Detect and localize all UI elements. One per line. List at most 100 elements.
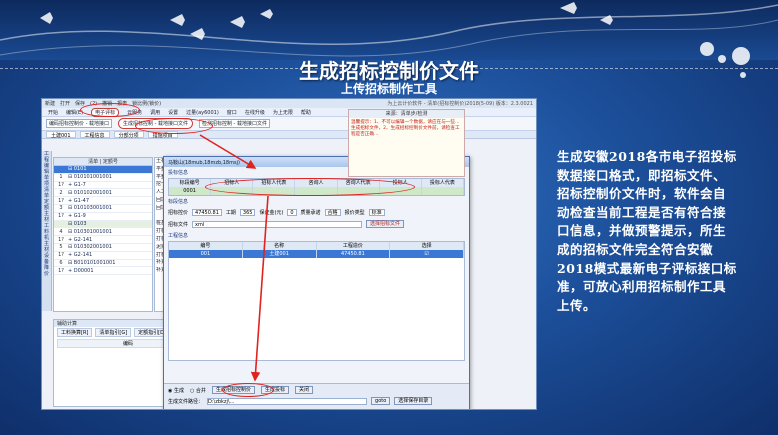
tree-row-number: 3 xyxy=(59,205,63,212)
tree-row[interactable]: 4 ⊟ 010301001001 xyxy=(54,228,152,237)
tree-row-code: + G1-9 xyxy=(68,213,86,220)
field-label: 保证金(元) xyxy=(259,210,284,216)
project-code: 001 xyxy=(169,250,243,258)
tree-row-number: 1? xyxy=(58,236,64,243)
tree-row-code: ⊟ 0101 xyxy=(68,166,87,173)
tree-row-code: ⊟ 010102001001 xyxy=(68,189,112,196)
close-button[interactable]: 关闭 xyxy=(294,386,313,394)
rail-item[interactable]: 工料机 xyxy=(42,223,51,241)
menu-upgrade[interactable]: 在线升级 xyxy=(245,109,265,116)
tree-row[interactable]: ⊟ 0101 xyxy=(54,166,152,174)
grid-header: 投标人代表 xyxy=(422,179,464,187)
tab-material-conversion[interactable]: 工料换算[R] xyxy=(57,328,93,337)
tree-row[interactable]: 1 ⊟ 010101001001 xyxy=(54,174,152,182)
tree-row[interactable]: 2 ⊟ 010102001001 xyxy=(54,189,152,198)
menu-help[interactable]: 帮助 xyxy=(301,109,311,116)
tips-header: 来源：清单步/检测 xyxy=(349,110,464,118)
field-value[interactable]: 标准 xyxy=(368,209,385,216)
tree-row-code: + G2-141 xyxy=(68,236,93,243)
project-row[interactable]: 001 土建001 47450.81 ☑ xyxy=(169,250,464,258)
rail-item[interactable]: 工程 xyxy=(42,151,51,163)
item-tree: 清单 | 定额号 ⊟ 0101 1 ⊟ 010101001001 1? + G1-7 2 ⊟… xyxy=(53,157,153,312)
tree-row-code: ⊟ 0103 xyxy=(68,220,87,227)
rail-item[interactable]: 定额 xyxy=(42,199,51,211)
tree-row-code: ⊟ B010101001001 xyxy=(68,259,116,266)
rail-item[interactable]: 主材设备 xyxy=(42,241,51,265)
highlight-oval xyxy=(205,178,415,196)
grid-header: 选择 xyxy=(390,242,464,250)
tree-row-number: 4 xyxy=(59,228,63,235)
quick-new[interactable]: 新建 xyxy=(45,100,55,107)
goto-button[interactable]: goto xyxy=(371,397,391,405)
field-value[interactable]: 47450.81 xyxy=(192,209,222,216)
menu-unlimited[interactable]: 为上无限 xyxy=(273,109,293,116)
grid-header: 名称 xyxy=(243,242,317,250)
tree-header: 清单 | 定额号 xyxy=(54,158,152,166)
tree-row-number: 6 xyxy=(59,259,63,266)
radio-merge[interactable]: ○ 合并 xyxy=(190,387,206,394)
highlight-oval xyxy=(80,103,140,117)
field-value[interactable]: 365 xyxy=(239,209,256,216)
tree-row[interactable]: 1? + G2-141 xyxy=(54,236,152,244)
tree-row[interactable]: 6 ⊟ B010101001001 xyxy=(54,260,152,268)
project-info-label: 工程信息 xyxy=(168,233,189,239)
tab-project-info[interactable]: 工程信息 xyxy=(79,131,110,139)
rail-item[interactable]: 清单 xyxy=(42,187,51,199)
project-name: 土建001 xyxy=(243,250,317,258)
select-tender-file-button[interactable]: 选择招标文件 xyxy=(366,220,405,228)
field-value[interactable]: 合格 xyxy=(324,209,341,216)
rail-item[interactable]: 单项 xyxy=(42,175,51,187)
tree-row[interactable]: 1? + D00001 xyxy=(54,267,152,276)
tree-row[interactable]: 1? + G2-141 xyxy=(54,252,152,260)
rail-item[interactable]: 编辑 xyxy=(42,163,51,175)
menu-invoke[interactable]: 调用 xyxy=(150,109,160,116)
tree-row-number: 1 xyxy=(59,174,63,181)
project-cost: 47450.81 xyxy=(317,250,391,258)
tips-panel: 来源：清单步/检测 温馨提示：1、不可以编辑一个数据，请应在与一些…生成招标文件… xyxy=(348,109,465,177)
highlight-oval xyxy=(135,118,213,134)
quick-open[interactable]: 打开 xyxy=(60,100,70,107)
tree-row[interactable]: 3 ⊟ 010103001001 xyxy=(54,205,152,213)
tab-items[interactable]: 分部分项 xyxy=(113,131,144,139)
field-label: 招标控价 xyxy=(168,210,189,216)
radio-generate[interactable]: ◉ 生成 xyxy=(168,387,184,394)
tree-row[interactable]: 5 ⊟ 010302001001 xyxy=(54,244,152,252)
output-path-label: 生成文件路径： xyxy=(168,398,204,405)
output-path-field[interactable]: D:\zbkzj\... xyxy=(207,397,368,405)
menu-account[interactable]: 过量(ay6001) xyxy=(186,109,219,116)
tree-row-code: + G1-7 xyxy=(68,181,86,188)
tree-row[interactable]: 1? + G1-9 xyxy=(54,213,152,221)
tree-row[interactable]: 1? + G1-7 xyxy=(54,182,152,190)
slide: 生成招标控制价文件 上传招标制作工具 生成安徽2018各市电子招投标数据接口格式… xyxy=(0,0,778,435)
bubble xyxy=(700,42,714,56)
tab-project[interactable]: 土建001 xyxy=(46,131,76,139)
tree-row-number: 1? xyxy=(58,197,64,204)
rail-item[interactable]: 降价 xyxy=(42,265,51,277)
tree-row[interactable]: ⊟ 0103 xyxy=(54,220,152,229)
menu-start[interactable]: 开始 xyxy=(48,109,58,116)
field-label: 报价类型 xyxy=(344,210,365,216)
slide-description: 生成安徽2018各市电子招投标数据接口格式，即招标文件、招标控制价文件时，软件会… xyxy=(557,149,737,313)
tab-list-guide[interactable]: 清单指引[G] xyxy=(95,328,132,337)
menu-window[interactable]: 窗口 xyxy=(227,109,237,116)
tree-row-number: 2 xyxy=(59,189,63,196)
bid-number-cell[interactable]: 0001 xyxy=(169,187,212,195)
choose-save-dir-button[interactable]: 选择保存目录 xyxy=(394,397,433,405)
rail-item[interactable]: 主材 xyxy=(42,211,51,223)
tender-file-field[interactable]: xml xyxy=(192,220,363,228)
grid-header: 工程造价 xyxy=(317,242,391,250)
menu-settings[interactable]: 设置 xyxy=(168,109,178,116)
tree-row-code: ⊟ 010302001001 xyxy=(68,244,112,251)
project-grid: 编号 名称 工程造价 选择 001 土建001 47450.81 ☑ xyxy=(168,241,465,361)
tree-row-code: + D00001 xyxy=(68,267,94,274)
slide-subtitle: 上传招标制作工具 xyxy=(340,82,437,96)
project-select-checkbox[interactable]: ☑ xyxy=(390,250,464,258)
import-button[interactable]: 编码招标控制价 - 载地接口 xyxy=(46,119,112,128)
tree-row-code: ⊟ 010301001001 xyxy=(68,228,112,235)
field-value[interactable]: 0 xyxy=(287,209,297,216)
tree-row[interactable]: 1? + G1-47 xyxy=(54,197,152,205)
field-label: 工期 xyxy=(225,210,236,216)
tree-row-number: 1? xyxy=(58,181,64,188)
highlight-oval xyxy=(222,383,274,397)
tree-row-number: 5 xyxy=(59,244,63,251)
